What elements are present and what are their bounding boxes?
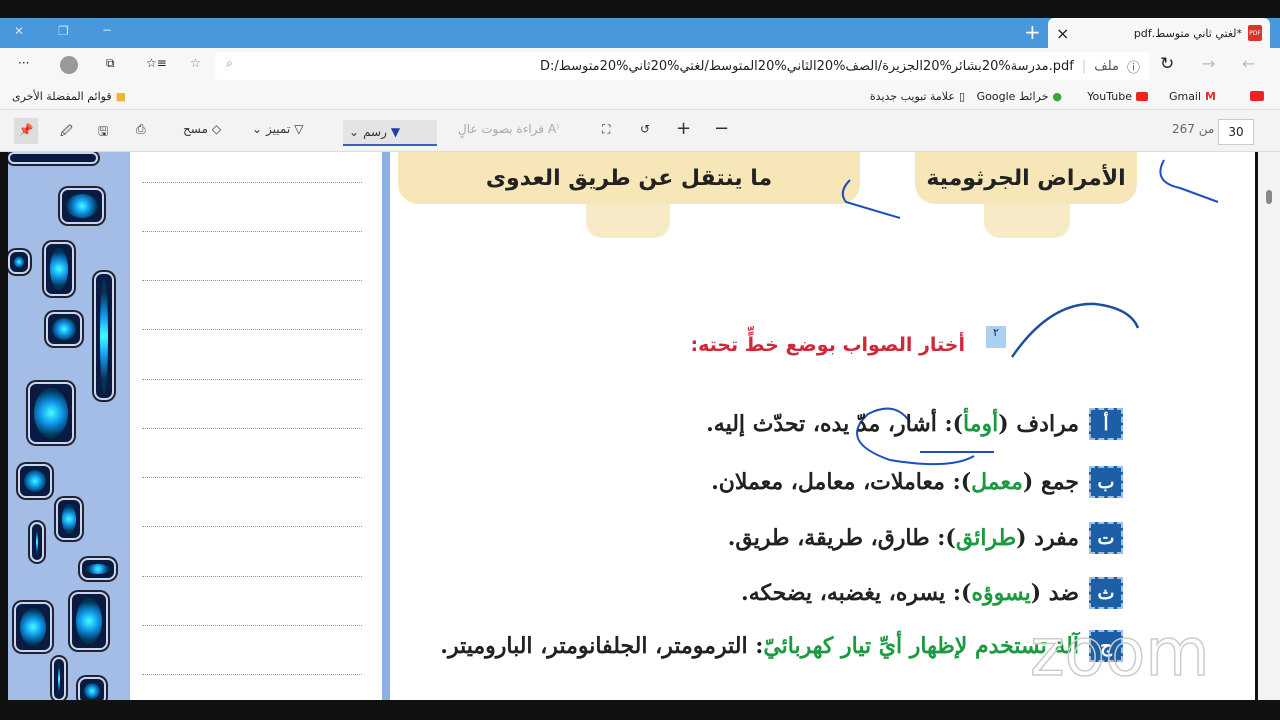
gmail-icon: M — [1205, 90, 1216, 103]
pdf-toolbar: 📌 🖉 🖫 ⎙ مسح ◇ ⌄ تمييز ▽ ⌄ رسم ▼ قراءة بصوت عا… — [0, 110, 1280, 152]
highlighter-icon: ▽ — [294, 122, 304, 136]
bottom-bar — [0, 700, 1280, 720]
address-bar-row: ··· ⧉ ☆≡ ↻ → ← D:/مدرسة%20بشائر%20الجزير… — [0, 48, 1280, 84]
scroll-thumb[interactable] — [1266, 190, 1272, 204]
page-icon: ▯ — [958, 90, 965, 103]
more-menu-icon[interactable]: ··· — [18, 56, 29, 70]
collections-icon[interactable]: ⧉ — [106, 56, 115, 71]
url-field[interactable]: D:/مدرسة%20بشائر%20الجزيرة/الصف%20الثاني… — [215, 52, 1150, 80]
youtube-icon — [1136, 92, 1148, 101]
window-restore-button[interactable]: ❐ — [58, 24, 69, 38]
chevron-down-icon: ⌄ — [349, 125, 360, 139]
info-icon[interactable]: ⓘ — [1127, 57, 1140, 76]
notes-lines-area — [130, 152, 382, 700]
question-item-a: أ مرادف (أومأ): أشار، مدّ يده، تحدّث إليه… — [706, 408, 1123, 440]
folder-icon: ■ — [115, 90, 126, 103]
zoom-out-button[interactable]: − — [714, 118, 729, 139]
bookmark-youtube[interactable]: YouTube — [1087, 90, 1148, 103]
page-divider — [382, 152, 390, 700]
window-minimize-button[interactable]: − — [102, 23, 112, 37]
bookmark-maps[interactable]: ● خرائط Google — [977, 90, 1062, 103]
read-aloud-button[interactable]: قراءة بصوت عالٍ A⁾ — [458, 122, 559, 136]
question-item-b: ب جمع (معمل): معاملات، معامل، معملان. — [711, 466, 1123, 498]
tab-title: *لغتي ثاني متوسط.pdf — [1133, 26, 1242, 40]
refresh-icon[interactable]: ↻ — [1160, 54, 1174, 74]
tab-bar: ✕ ❐ − + PDF *لغتي ثاني متوسط.pdf × — [0, 18, 1280, 48]
rotate-icon[interactable]: ↺ — [640, 122, 650, 136]
zoom-in-button[interactable]: + — [676, 118, 691, 139]
chevron-down-icon: ⌄ — [252, 122, 263, 136]
forward-icon[interactable]: → — [1202, 54, 1215, 73]
maps-pin-icon: ● — [1052, 90, 1062, 103]
bookmark-gmail[interactable]: M Gmail — [1169, 90, 1216, 103]
bookmarks-bar: M Gmail YouTube ● خرائط Google ▯ علامة تبوي… — [0, 84, 1280, 110]
pen-icon: ▼ — [390, 125, 401, 139]
erase-button[interactable]: مسح ◇ — [183, 122, 221, 136]
other-favorites[interactable]: قوائم المفضلة الأخرى ■ — [12, 90, 126, 103]
pdf-file-icon: PDF — [1248, 25, 1262, 41]
draw-button[interactable]: ⌄ رسم ▼ — [343, 120, 437, 146]
prev-page-decoration — [8, 152, 130, 700]
question-item-t: ت مفرد (طرائق): طارق، طريقة، طريق. — [728, 522, 1123, 554]
pdf-page: الأمراض الجرثومية ما ينتقل عن طريق العدو… — [390, 152, 1255, 700]
print-icon[interactable]: ⎙ — [136, 122, 146, 137]
exercise-number-badge: ٢ — [986, 326, 1006, 348]
pin-toolbar-icon[interactable]: 📌 — [14, 118, 38, 144]
exercise-instruction: أختار الصواب بوضع خطٍّ تحته: — [690, 334, 965, 356]
question-item-j: ج آلة تستخدم لإظهار أيِّ تيار كهربائيّ: ا… — [440, 630, 1123, 662]
new-tab-button[interactable]: + — [1024, 20, 1041, 44]
tab-active[interactable]: PDF *لغتي ثاني متوسط.pdf × — [1048, 18, 1270, 48]
tab-close-button[interactable]: × — [1056, 24, 1069, 43]
back-icon[interactable]: ← — [1242, 54, 1255, 73]
page-count: من 267 — [1172, 122, 1215, 136]
star-icon[interactable]: ☆ — [190, 56, 201, 70]
save-as-icon[interactable]: 🖉 — [60, 122, 73, 143]
highlight-button[interactable]: ⌄ تمييز ▽ — [252, 122, 303, 136]
favorites-icon[interactable]: ☆≡ — [146, 56, 167, 70]
file-label: ملف — [1094, 58, 1119, 74]
zoom-watermark: zoom — [1029, 613, 1210, 692]
zoom-icon[interactable]: ⌕ — [226, 56, 233, 71]
youtube-bookmark-icon[interactable] — [1250, 91, 1264, 101]
page-number-input[interactable]: 30 — [1218, 119, 1254, 145]
vertical-scrollbar[interactable] — [1258, 152, 1280, 700]
window-close-button[interactable]: ✕ — [14, 24, 24, 38]
url-text: D:/مدرسة%20بشائر%20الجزيرة/الصف%20الثاني… — [540, 58, 1074, 74]
fit-page-icon[interactable]: ⛶ — [602, 122, 610, 137]
eraser-icon: ◇ — [211, 122, 222, 136]
save-icon[interactable]: 🖫 — [98, 122, 108, 143]
read-aloud-icon: A⁾ — [548, 122, 560, 136]
question-item-th: ث ضد (يسوؤه): يسره، يغضبه، يضحكه. — [741, 577, 1123, 609]
profile-avatar[interactable] — [60, 56, 78, 74]
bookmark-new-tab[interactable]: ▯ علامة تبويب جديدة — [870, 90, 965, 103]
